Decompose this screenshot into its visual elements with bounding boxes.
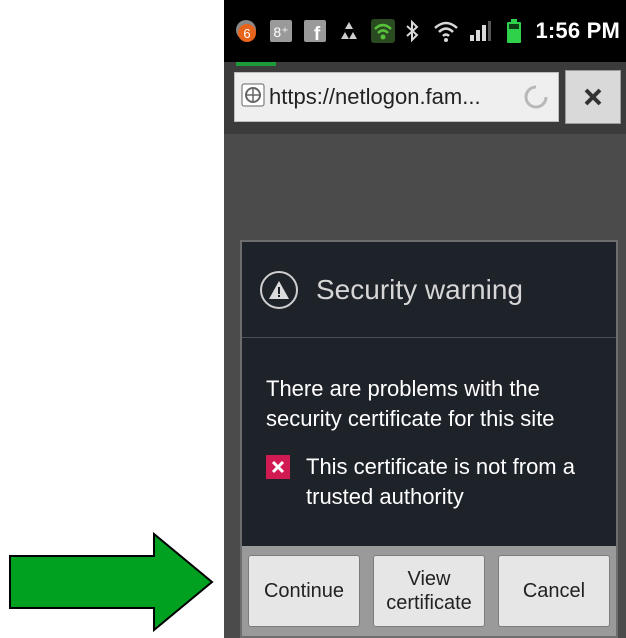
dialog-message: There are problems with the security cer… [266, 376, 555, 431]
status-time: 1:56 PM [535, 18, 620, 43]
facebook-icon: f [302, 18, 328, 44]
cancel-button[interactable]: Cancel [498, 555, 610, 627]
svg-text:f: f [314, 24, 321, 43]
warning-item: This certificate is not from a trusted a… [266, 452, 598, 512]
browser-toolbar: https://netlogon.fam... [224, 62, 626, 134]
svg-text:6: 6 [243, 26, 250, 41]
recycle-icon [336, 18, 362, 44]
signal-icon [467, 18, 493, 44]
green-arrow-icon [9, 532, 214, 632]
google-plus-icon: 8⁺ [268, 18, 294, 44]
battery-icon [501, 18, 527, 44]
error-x-icon [266, 455, 290, 479]
view-certificate-button[interactable]: View certificate [373, 555, 485, 627]
warning-text: This certificate is not from a trusted a… [306, 454, 575, 509]
page-load-progress [236, 62, 276, 66]
status-bar: 6 8⁺ f 1:56 PM [224, 0, 626, 62]
url-text: https://netlogon.fam... [269, 84, 481, 109]
cancel-button-label: Cancel [522, 580, 586, 602]
url-bar[interactable]: https://netlogon.fam... [234, 72, 559, 122]
dialog-header: Security warning [242, 242, 616, 338]
bluetooth-icon [399, 18, 425, 44]
security-warning-dialog: Security warning There are problems with… [240, 240, 618, 638]
site-security-icon [241, 83, 265, 112]
svg-text:8⁺: 8⁺ [273, 24, 288, 40]
loading-spinner-icon [524, 85, 548, 109]
wifi-icon [433, 18, 459, 44]
stop-loading-button[interactable] [565, 70, 621, 124]
dialog-button-bar: Continue View certificate Cancel [242, 546, 616, 636]
dialog-title: Security warning [316, 273, 523, 305]
notification-badge-icon: 6 [234, 18, 260, 44]
continue-button[interactable]: Continue [248, 555, 360, 627]
view-certificate-button-label: View certificate [386, 568, 472, 614]
continue-button-label: Continue [263, 580, 345, 602]
warning-icon [260, 270, 298, 309]
phone-screen: 6 8⁺ f 1:56 PM https://netlogon.fam... S… [224, 0, 626, 638]
wifi-hotspot-icon [370, 18, 396, 44]
close-icon [584, 88, 602, 106]
